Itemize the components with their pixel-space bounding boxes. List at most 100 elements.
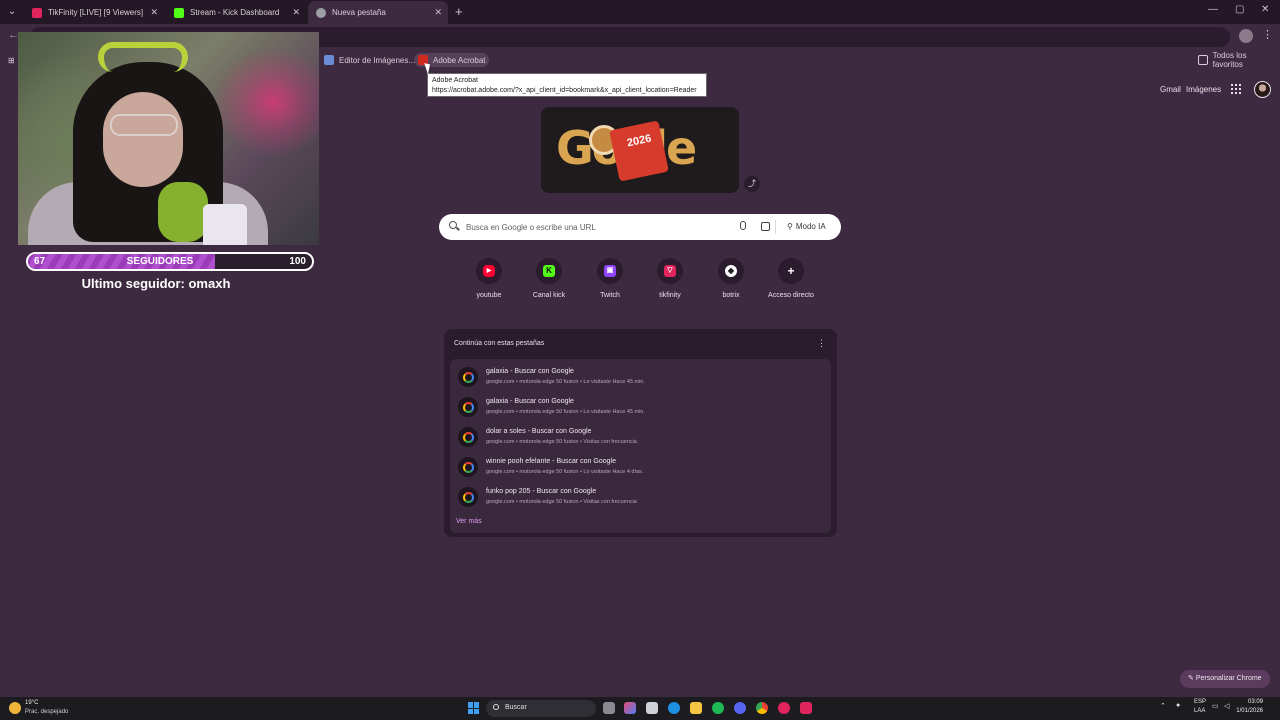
- spotify-icon[interactable]: [712, 702, 724, 714]
- continue-tabs-list: galaxia - Buscar con Google google.com •…: [450, 359, 831, 533]
- bookmark-label: Editor de Imágenes...: [339, 55, 416, 65]
- edge-icon[interactable]: [668, 702, 680, 714]
- bookmark-label: Adobe Acrobat: [433, 55, 486, 65]
- tab-search-chevron-icon[interactable]: ⌄: [4, 4, 20, 20]
- obs-icon[interactable]: [778, 702, 790, 714]
- all-favorites[interactable]: Todos los favoritos: [1194, 51, 1280, 69]
- search-input[interactable]: [466, 219, 716, 235]
- close-tab-icon[interactable]: ✕: [434, 7, 442, 18]
- weather-temperature[interactable]: 19°C: [25, 700, 38, 706]
- list-item[interactable]: galaxia - Buscar con Google google.com •…: [454, 363, 827, 391]
- item-meta: google.com • motorola edge 50 fusion • L…: [486, 409, 645, 415]
- new-tab-plus-icon[interactable]: +: [455, 4, 463, 19]
- continue-tabs-title: Continúa con estas pestañas: [454, 340, 545, 347]
- file-explorer-icon[interactable]: [690, 702, 702, 714]
- volume-icon[interactable]: ◁: [1224, 702, 1229, 710]
- plus-icon: +: [787, 264, 795, 278]
- google-lens-icon[interactable]: [761, 222, 770, 231]
- ai-mode-label: Modo IA: [795, 222, 826, 231]
- divider: [775, 220, 776, 234]
- google-icon: [458, 367, 478, 387]
- close-tab-icon[interactable]: ✕: [292, 7, 300, 18]
- maximize-icon[interactable]: ▢: [1235, 4, 1244, 15]
- item-title: funko pop 205 - Buscar con Google: [486, 488, 597, 495]
- item-title: winnie pooh efelante - Buscar con Google: [486, 458, 616, 465]
- list-item[interactable]: funko pop 205 - Buscar con Google google…: [454, 483, 827, 511]
- all-favorites-label: Todos los favoritos: [1212, 51, 1247, 69]
- clock-time[interactable]: 03:09: [1233, 699, 1263, 705]
- last-follower-text: Ultimo seguidor: omaxh: [81, 276, 231, 291]
- tooltip-title: Adobe Acrobat: [432, 77, 478, 84]
- copilot-icon[interactable]: [624, 702, 636, 714]
- keyboard-layout[interactable]: LAA: [1194, 708, 1205, 714]
- shortcut-icon-circle: K: [536, 258, 562, 284]
- windows-start-icon[interactable]: [468, 702, 480, 714]
- tiktok-icon[interactable]: [800, 702, 812, 714]
- list-item[interactable]: winnie pooh efelante - Buscar con Google…: [454, 453, 827, 481]
- weather-sun-icon[interactable]: [9, 702, 21, 714]
- ai-mode-button[interactable]: ⚲ Modo IA: [781, 218, 832, 236]
- images-link[interactable]: Imágenes: [1186, 85, 1221, 94]
- close-window-icon[interactable]: ✕: [1261, 4, 1269, 15]
- tab-tikfinity[interactable]: TikFinity [LIVE] [9 Viewers] ✕: [24, 1, 164, 24]
- discord-icon[interactable]: [734, 702, 746, 714]
- kick-icon: K: [543, 265, 555, 277]
- microphone-icon[interactable]: [740, 221, 746, 230]
- shortcut-twitch[interactable]: ▣ Twitch: [580, 258, 640, 299]
- google-icon: [458, 397, 478, 417]
- search-icon: [493, 704, 499, 710]
- item-meta: google.com • motorola edge 50 fusion • L…: [486, 379, 645, 385]
- share-icon[interactable]: ⤴: [744, 176, 760, 192]
- shortcut-botrix[interactable]: ◆ botrix: [701, 258, 761, 299]
- list-item[interactable]: galaxia - Buscar con Google google.com •…: [454, 393, 827, 421]
- card-menu-icon[interactable]: ⋮: [817, 338, 826, 349]
- tray-mic-icon[interactable]: ●: [1176, 702, 1180, 709]
- shortcut-label: Canal kick: [532, 292, 566, 299]
- store-icon[interactable]: [646, 702, 658, 714]
- see-more-link[interactable]: Ver más: [456, 518, 482, 525]
- tab-title: TikFinity [LIVE] [9 Viewers]: [48, 8, 144, 17]
- youtube-icon: ▶: [483, 265, 495, 277]
- apps-grid-icon[interactable]: ⊞: [4, 53, 19, 67]
- bookmark-editor-imagenes[interactable]: Editor de Imágenes...: [320, 53, 419, 67]
- close-tab-icon[interactable]: ✕: [150, 7, 158, 18]
- account-avatar[interactable]: [1254, 81, 1271, 98]
- folder-icon: [1198, 55, 1208, 65]
- chrome-icon[interactable]: [756, 702, 768, 714]
- shortcut-tikfinity[interactable]: ▽ tikfinity: [640, 258, 700, 299]
- weather-description[interactable]: Prac. despejado: [25, 709, 68, 715]
- network-icon[interactable]: ▭: [1212, 702, 1219, 710]
- clock-date[interactable]: 1/01/2026: [1233, 708, 1263, 714]
- search-icon: [449, 221, 457, 229]
- item-meta: google.com • motorola edge 50 fusion • V…: [486, 439, 637, 445]
- google-apps-icon[interactable]: [1231, 84, 1241, 94]
- doodle-calendar: [609, 120, 669, 182]
- tray-chevron-icon[interactable]: ⌃: [1160, 702, 1166, 710]
- taskbar-search[interactable]: Buscar: [486, 700, 596, 717]
- followers-label: SEGUIDORES: [126, 256, 194, 267]
- tikfinity-favicon-icon: [32, 7, 42, 18]
- list-item[interactable]: dolar a soles - Buscar con Google google…: [454, 423, 827, 451]
- shortcut-icon-circle: ▽: [657, 258, 683, 284]
- profile-icon[interactable]: [1239, 29, 1253, 43]
- item-meta: google.com • motorola edge 50 fusion • L…: [486, 469, 644, 475]
- minimize-icon[interactable]: —: [1208, 4, 1218, 15]
- google-icon: [458, 457, 478, 477]
- task-view-icon[interactable]: [603, 702, 615, 714]
- webcam-glasses: [110, 114, 178, 136]
- shortcut-add[interactable]: + Acceso directo: [761, 258, 821, 299]
- google-doodle[interactable]: Gogle 2026: [541, 107, 739, 193]
- google-icon: [458, 487, 478, 507]
- language-code[interactable]: ESP: [1194, 699, 1206, 705]
- chrome-favicon-icon: [316, 7, 326, 18]
- shortcut-kick[interactable]: K Canal kick: [519, 258, 579, 299]
- google-search-box[interactable]: ⚲ Modo IA: [439, 214, 841, 240]
- shortcut-youtube[interactable]: ▶ youtube: [459, 258, 519, 299]
- customize-label: Personalizar Chrome: [1195, 675, 1262, 682]
- tab-kick-dashboard[interactable]: Stream - Kick Dashboard ✕: [166, 1, 306, 24]
- chrome-menu-icon[interactable]: ⋮: [1262, 28, 1273, 41]
- gmail-link[interactable]: Gmail: [1160, 85, 1181, 94]
- tab-new-tab[interactable]: Nueva pestaña ✕: [308, 1, 448, 24]
- customize-chrome-button[interactable]: ✎ Personalizar Chrome: [1180, 670, 1270, 688]
- shortcut-icon-circle: ▶: [476, 258, 502, 284]
